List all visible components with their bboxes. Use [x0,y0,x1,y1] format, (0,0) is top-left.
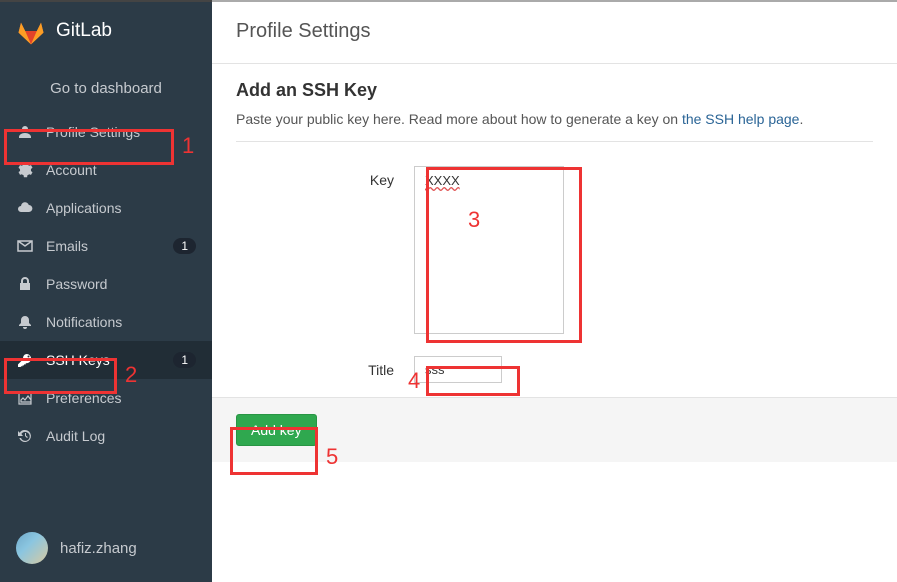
section-desc-text: Paste your public key here. Read more ab… [236,111,682,127]
section-description: Paste your public key here. Read more ab… [236,111,873,127]
sidebar-item-applications[interactable]: Applications [0,189,212,227]
sidebar-badge: 1 [173,238,196,254]
main-content: Profile Settings Add an SSH Key Paste yo… [212,0,897,582]
cloud-icon [16,199,34,217]
sidebar-item-password[interactable]: Password [0,265,212,303]
sidebar-item-audit-log[interactable]: Audit Log [0,417,212,455]
key-icon [16,351,34,369]
sidebar-item-ssh-keys[interactable]: SSH Keys 1 [0,341,212,379]
current-user[interactable]: hafiz.zhang [0,532,153,564]
sidebar-item-label: SSH Keys [46,352,173,368]
sidebar-item-label: Emails [46,238,173,254]
sidebar-item-label: Password [46,276,196,292]
ssh-key-form: Key XXXX Title [236,141,873,383]
key-label: Key [236,166,414,334]
sidebar-item-label: Applications [46,200,196,216]
add-key-button[interactable]: Add key [236,414,317,446]
sidebar-item-emails[interactable]: Emails 1 [0,227,212,265]
user-name: hafiz.zhang [60,540,137,557]
gear-icon [16,161,34,179]
sidebar-badge: 1 [173,352,196,368]
sidebar-item-label: Account [46,162,196,178]
page-title: Profile Settings [212,2,897,63]
image-icon [16,389,34,407]
form-row-key: Key XXXX [236,166,873,334]
lock-icon [16,275,34,293]
section-desc-text: . [799,111,803,127]
ssh-help-link[interactable]: the SSH help page [682,111,800,127]
form-row-title: Title [236,356,873,383]
sidebar-item-profile-settings[interactable]: Profile Settings [0,113,212,151]
gitlab-logo-icon [16,16,46,46]
sidebar-item-account[interactable]: Account [0,151,212,189]
brand-name: GitLab [56,20,112,42]
sidebar-item-label: Notifications [46,314,196,330]
sidebar-item-preferences[interactable]: Preferences [0,379,212,417]
brand: GitLab [0,2,212,64]
form-footer: Add key [212,397,897,462]
section-heading: Add an SSH Key [236,80,873,101]
go-to-dashboard-link[interactable]: Go to dashboard [0,64,212,113]
envelope-icon [16,237,34,255]
title-label: Title [236,356,414,383]
history-icon [16,427,34,445]
add-ssh-key-section: Add an SSH Key Paste your public key her… [212,63,897,383]
user-icon [16,123,34,141]
sidebar: GitLab Go to dashboard Profile Settings … [0,0,212,582]
sidebar-item-label: Profile Settings [46,124,196,140]
avatar [16,532,48,564]
bell-icon [16,313,34,331]
title-input[interactable] [414,356,502,383]
sidebar-item-label: Preferences [46,390,196,406]
key-textarea[interactable]: XXXX [414,166,564,334]
sidebar-item-label: Audit Log [46,428,196,444]
sidebar-nav: Profile Settings Account Applications Em… [0,113,212,455]
sidebar-item-notifications[interactable]: Notifications [0,303,212,341]
